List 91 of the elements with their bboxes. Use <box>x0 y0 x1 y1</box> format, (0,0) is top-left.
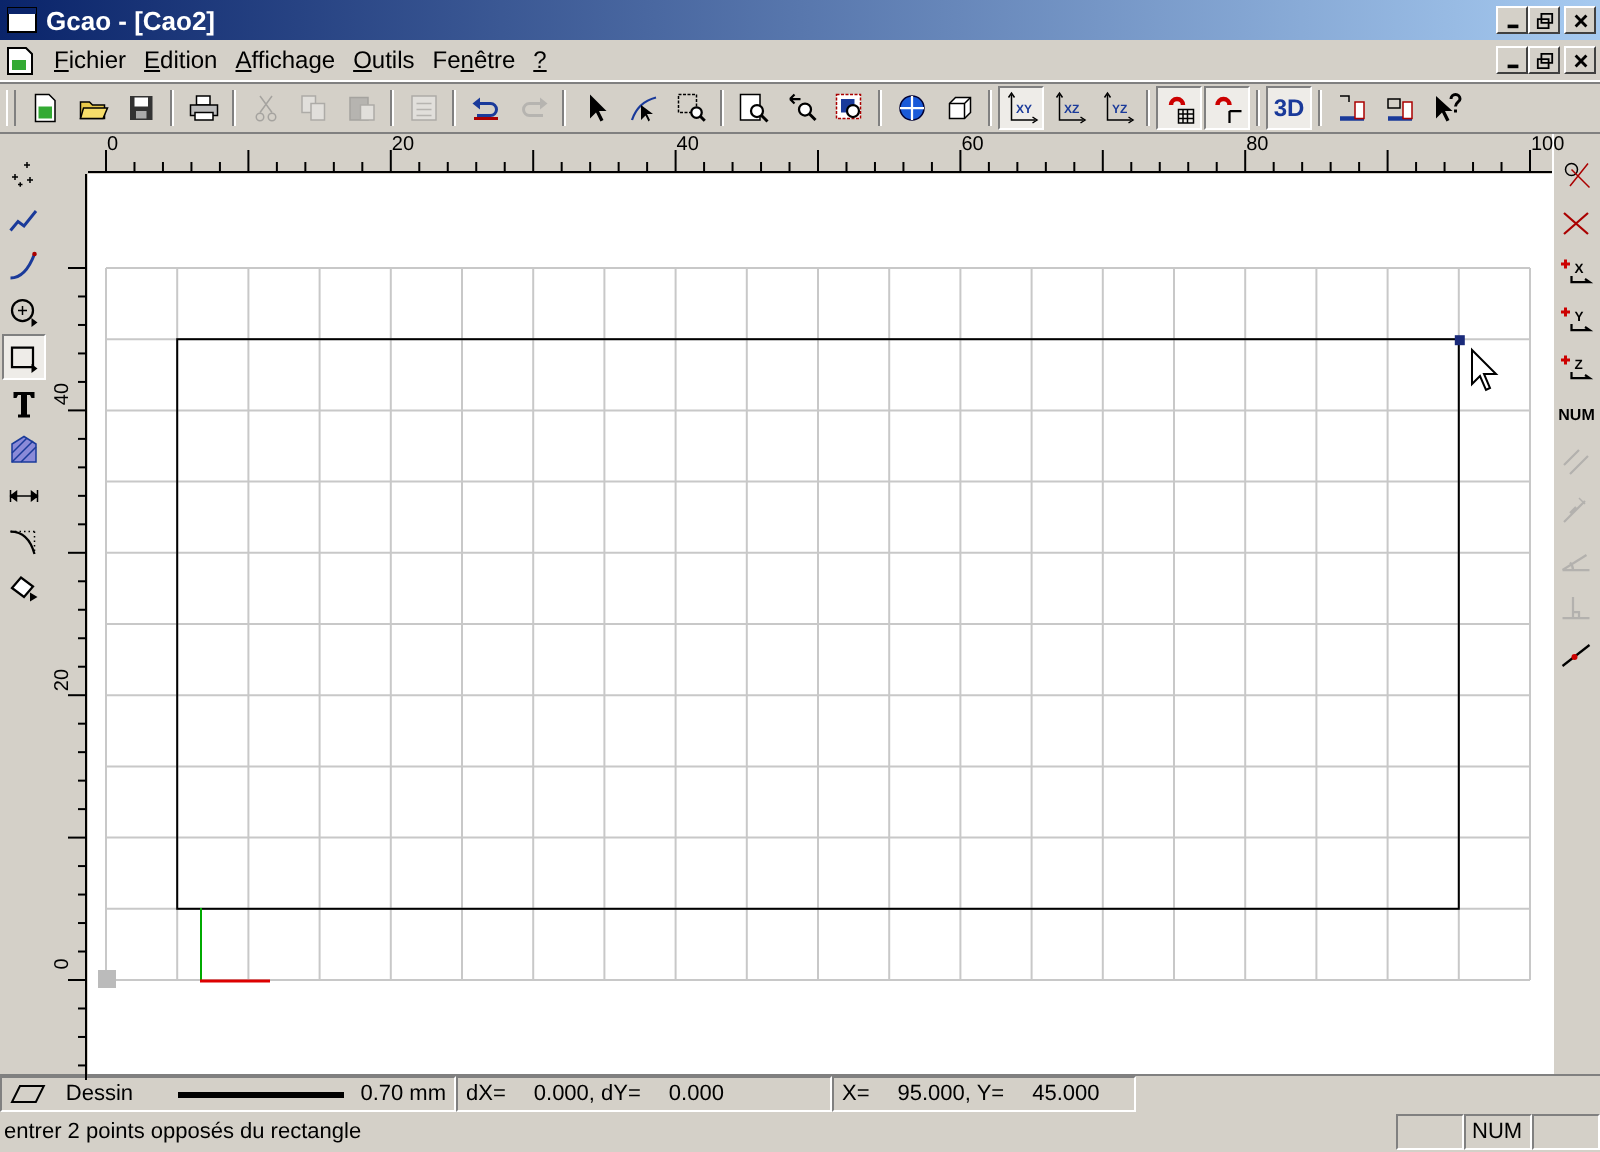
ruler-label: 40 <box>676 134 699 156</box>
restore-icon <box>1535 51 1553 69</box>
intersection-snap-icon <box>1563 211 1590 236</box>
close-icon <box>1571 51 1589 69</box>
frame-icon <box>1338 95 1364 121</box>
status-indicator: NUM <box>1464 1114 1532 1150</box>
menu-item[interactable]: Outils <box>347 46 427 74</box>
ruler-label: 60 <box>961 134 984 156</box>
3d-view-button[interactable]: 3D <box>1266 86 1312 130</box>
minimize-icon <box>1506 23 1518 28</box>
angle-icon <box>1561 553 1592 572</box>
ruler-label: 20 <box>51 667 75 692</box>
window-icon <box>6 4 38 36</box>
mouse-cursor <box>1470 347 1498 392</box>
new-file-icon <box>33 93 55 123</box>
restore-button[interactable] <box>1528 6 1560 34</box>
coordinate-value: 0.000, dY= <box>533 1082 641 1106</box>
parallel-lines-icon <box>1563 448 1590 476</box>
coordinate-label: X= <box>842 1082 870 1106</box>
clipboard-icon <box>348 96 374 121</box>
rectangle-icon <box>10 345 37 372</box>
document-list-icon <box>410 95 436 121</box>
folder-icon <box>78 101 108 120</box>
restore-button[interactable] <box>1528 46 1560 74</box>
offset-lines-icon <box>1563 497 1587 524</box>
restore-icon <box>1535 11 1553 29</box>
copy-icon <box>300 95 325 121</box>
cube-icon <box>947 96 971 120</box>
circle-icon <box>10 297 37 326</box>
magnet-grid-icon <box>1167 96 1194 124</box>
scattered-points-icon <box>10 160 34 187</box>
tool-button[interactable] <box>1 334 46 380</box>
fillet-arc-icon <box>9 529 36 554</box>
perpendicular-icon <box>1561 595 1592 620</box>
close-icon <box>1571 11 1589 29</box>
ruler-label: 100 <box>1531 134 1565 156</box>
close-button[interactable] <box>1564 46 1596 74</box>
zoom-previous-icon <box>787 93 816 122</box>
printer-icon <box>188 95 218 121</box>
window-title: Gcao - [Cao2] <box>46 5 216 35</box>
hatched-shape-icon <box>10 434 37 462</box>
frame-3d-icon <box>1386 98 1412 121</box>
scissors-icon <box>254 95 276 122</box>
menu-item[interactable]: Affichage <box>229 46 348 74</box>
menu-item[interactable]: Edition <box>138 46 230 74</box>
center-snap-icon <box>1565 162 1591 189</box>
help-pointer-icon <box>1435 93 1461 122</box>
ruler-label: 0 <box>51 956 75 974</box>
globe-icon <box>897 94 925 122</box>
corner-grip[interactable] <box>1453 335 1464 346</box>
ruler-label: 80 <box>1246 134 1269 156</box>
undo-arrow-icon <box>471 97 497 120</box>
toolbar-button[interactable] <box>1204 86 1250 130</box>
mode-label: Dessin <box>65 1082 136 1106</box>
parallelogram-icon <box>10 1084 46 1104</box>
dimension-icon <box>9 488 38 502</box>
menu-item[interactable]: Fichier <box>48 46 139 74</box>
curve-icon <box>9 250 37 279</box>
transform-shape-icon <box>9 574 37 601</box>
document-icon <box>4 44 36 76</box>
magnet-point-icon <box>1214 96 1242 125</box>
close-button[interactable] <box>1564 6 1596 34</box>
coordinate-label: dX= <box>466 1082 506 1106</box>
status-panel <box>1532 1114 1600 1150</box>
tangent-line-icon <box>1562 644 1591 667</box>
coordinate-value: 45.000 <box>1032 1082 1100 1106</box>
toolbar-button[interactable] <box>1156 86 1202 130</box>
menu-item[interactable]: ? <box>527 46 559 74</box>
ruler-label: 40 <box>51 382 75 407</box>
curve-pick-icon <box>629 96 656 122</box>
axis-indicator <box>199 907 269 983</box>
line-thickness-value: 0.70 mm <box>360 1082 446 1106</box>
status-message: entrer 2 points opposés du rectangle <box>2 1120 364 1144</box>
redo-arrow-icon <box>521 97 547 117</box>
origin-marker <box>97 970 115 988</box>
minimize-button[interactable] <box>1496 46 1528 74</box>
coordinate-value: 0.000 <box>668 1082 724 1106</box>
coordinate-value: 95.000, Y= <box>897 1082 1005 1106</box>
zoom-all-icon <box>834 93 861 120</box>
ruler-label: 0 <box>107 134 119 156</box>
pointer-arrow-icon <box>589 94 606 122</box>
zoom-box-icon <box>676 93 705 122</box>
ruler-label: 20 <box>391 134 415 156</box>
minimize-icon <box>1506 63 1518 68</box>
zoom-window-icon <box>738 93 768 123</box>
text-tool-icon <box>13 391 34 417</box>
minimize-button[interactable] <box>1496 6 1528 34</box>
snap-button[interactable]: NUM <box>1554 390 1599 438</box>
status-panel <box>1396 1114 1464 1150</box>
polyline-icon <box>8 209 37 231</box>
menu-item[interactable]: Fenêtre <box>426 46 528 74</box>
